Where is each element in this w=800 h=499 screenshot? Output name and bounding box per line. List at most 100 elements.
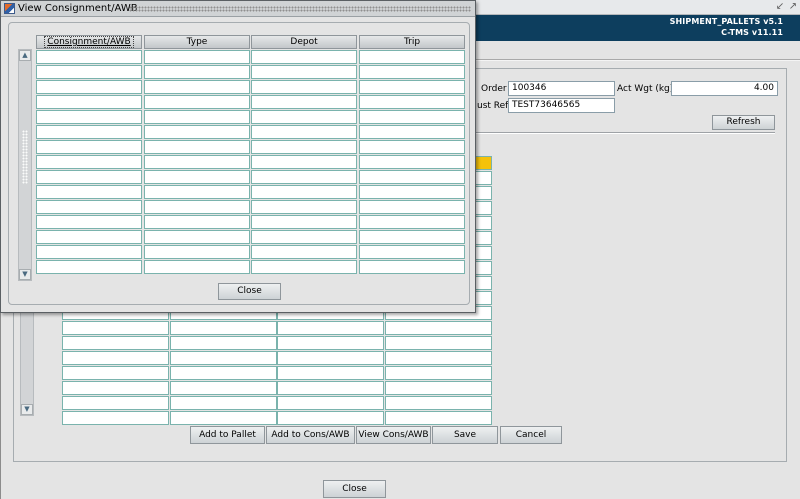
dialog-grid-scrollbar[interactable]: ▲ ▼ — [18, 49, 32, 281]
table-cell[interactable] — [277, 351, 384, 365]
col-header-consignment[interactable]: Consignment/AWB — [36, 35, 142, 49]
table-cell[interactable] — [36, 140, 142, 154]
table-cell[interactable] — [359, 50, 465, 64]
table-cell[interactable] — [359, 125, 465, 139]
table-row[interactable] — [36, 80, 466, 95]
table-cell[interactable] — [251, 155, 357, 169]
col-header-trip[interactable]: Trip — [359, 35, 465, 49]
table-cell[interactable] — [251, 260, 357, 274]
table-cell[interactable] — [144, 245, 250, 259]
add-to-pallet-button[interactable]: Add to Pallet — [190, 426, 265, 444]
table-cell[interactable] — [144, 110, 250, 124]
table-cell[interactable] — [359, 245, 465, 259]
table-cell[interactable] — [144, 185, 250, 199]
table-cell[interactable] — [359, 140, 465, 154]
table-cell[interactable] — [144, 65, 250, 79]
table-cell[interactable] — [36, 110, 142, 124]
table-cell[interactable] — [144, 230, 250, 244]
cust-ref-field[interactable]: TEST73646565 — [508, 98, 615, 113]
table-cell[interactable] — [36, 125, 142, 139]
scroll-up-icon[interactable]: ▲ — [19, 50, 31, 61]
table-cell[interactable] — [170, 411, 277, 425]
table-row[interactable] — [36, 260, 466, 275]
table-cell[interactable] — [251, 185, 357, 199]
scroll-thumb[interactable] — [22, 130, 28, 184]
close-button[interactable]: Close — [323, 480, 386, 498]
table-cell[interactable] — [36, 260, 142, 274]
table-cell[interactable] — [251, 230, 357, 244]
table-cell[interactable] — [36, 215, 142, 229]
save-button[interactable]: Save — [432, 426, 498, 444]
table-cell[interactable] — [251, 50, 357, 64]
restore-icon[interactable]: ↙ — [775, 2, 785, 12]
table-row[interactable] — [62, 381, 492, 396]
table-cell[interactable] — [359, 200, 465, 214]
table-cell[interactable] — [36, 95, 142, 109]
table-cell[interactable] — [385, 321, 492, 335]
table-cell[interactable] — [359, 170, 465, 184]
table-cell[interactable] — [170, 351, 277, 365]
table-cell[interactable] — [251, 245, 357, 259]
table-row[interactable] — [36, 65, 466, 80]
table-cell[interactable] — [251, 215, 357, 229]
add-to-cons-button[interactable]: Add to Cons/AWB — [266, 426, 355, 444]
table-cell[interactable] — [277, 411, 384, 425]
table-cell[interactable] — [385, 396, 492, 410]
table-cell[interactable] — [36, 50, 142, 64]
table-row[interactable] — [36, 170, 466, 185]
table-cell[interactable] — [251, 65, 357, 79]
table-row[interactable] — [62, 411, 492, 426]
table-row[interactable] — [62, 351, 492, 366]
table-cell[interactable] — [359, 110, 465, 124]
table-row[interactable] — [36, 245, 466, 260]
table-cell[interactable] — [62, 366, 169, 380]
table-cell[interactable] — [36, 155, 142, 169]
table-cell[interactable] — [277, 381, 384, 395]
table-cell[interactable] — [359, 215, 465, 229]
table-cell[interactable] — [385, 366, 492, 380]
scroll-down-icon[interactable]: ▼ — [19, 269, 31, 280]
table-cell[interactable] — [170, 396, 277, 410]
table-cell[interactable] — [170, 366, 277, 380]
table-cell[interactable] — [36, 80, 142, 94]
table-cell[interactable] — [385, 336, 492, 350]
table-row[interactable] — [36, 155, 466, 170]
table-cell[interactable] — [359, 155, 465, 169]
table-cell[interactable] — [144, 155, 250, 169]
table-cell[interactable] — [251, 80, 357, 94]
table-cell[interactable] — [251, 200, 357, 214]
table-row[interactable] — [36, 200, 466, 215]
table-row[interactable] — [36, 50, 466, 65]
table-cell[interactable] — [385, 381, 492, 395]
table-cell[interactable] — [359, 260, 465, 274]
table-cell[interactable] — [144, 200, 250, 214]
table-cell[interactable] — [277, 366, 384, 380]
table-cell[interactable] — [144, 95, 250, 109]
table-cell[interactable] — [277, 321, 384, 335]
dialog-close-button[interactable]: Close — [218, 283, 281, 300]
table-cell[interactable] — [385, 351, 492, 365]
table-cell[interactable] — [277, 336, 384, 350]
table-row[interactable] — [36, 230, 466, 245]
table-cell[interactable] — [359, 95, 465, 109]
table-cell[interactable] — [36, 170, 142, 184]
table-row[interactable] — [36, 140, 466, 155]
table-cell[interactable] — [251, 95, 357, 109]
table-cell[interactable] — [144, 125, 250, 139]
table-cell[interactable] — [385, 411, 492, 425]
table-cell[interactable] — [144, 50, 250, 64]
table-cell[interactable] — [144, 80, 250, 94]
table-cell[interactable] — [62, 336, 169, 350]
table-row[interactable] — [36, 95, 466, 110]
cancel-button[interactable]: Cancel — [500, 426, 562, 444]
table-row[interactable] — [62, 366, 492, 381]
table-row[interactable] — [36, 110, 466, 125]
table-cell[interactable] — [251, 140, 357, 154]
table-cell[interactable] — [62, 396, 169, 410]
table-cell[interactable] — [359, 230, 465, 244]
col-header-type[interactable]: Type — [144, 35, 250, 49]
table-cell[interactable] — [251, 125, 357, 139]
table-row[interactable] — [62, 396, 492, 411]
table-row[interactable] — [62, 336, 492, 351]
table-cell[interactable] — [359, 65, 465, 79]
